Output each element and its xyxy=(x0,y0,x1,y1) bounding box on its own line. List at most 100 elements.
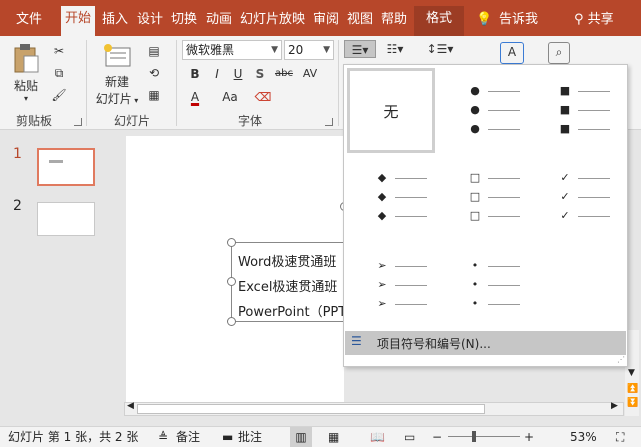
slide-thumbnail-1[interactable] xyxy=(37,148,95,186)
underline-button[interactable]: U xyxy=(229,65,247,83)
bullet-option-small-dot[interactable]: • • • xyxy=(440,243,528,328)
scrollbar-thumb[interactable] xyxy=(137,404,485,414)
reading-view-icon[interactable]: 📖 xyxy=(370,427,385,447)
horizontal-scrollbar[interactable]: ◀ ▶ xyxy=(124,401,624,416)
tab-transitions[interactable]: 切换 xyxy=(167,9,201,31)
resize-handle[interactable] xyxy=(227,238,236,247)
bullet-preview-row: □ xyxy=(468,190,528,204)
tab-format[interactable]: 格式 xyxy=(414,6,465,36)
slide-thumbnail-2[interactable] xyxy=(37,202,95,236)
thumb-number: 2 xyxy=(13,198,22,214)
tab-help[interactable]: 帮助 xyxy=(377,9,411,31)
normal-view-icon[interactable]: ▥ xyxy=(290,427,312,447)
font-color-button[interactable]: A xyxy=(186,88,204,106)
italic-button[interactable]: I xyxy=(208,65,226,83)
bullet-option-none[interactable]: 无 xyxy=(347,68,435,153)
tab-review[interactable]: 审阅 xyxy=(309,9,343,31)
tab-animations[interactable]: 动画 xyxy=(202,9,236,31)
text-box[interactable]: Word极速贯通班 Excel极速贯通班 PowerPoint（PPT xyxy=(227,238,351,326)
tab-home[interactable]: 开始 xyxy=(61,6,96,36)
thumb-number: 1 xyxy=(13,146,22,162)
scroll-down-icon[interactable]: ▼ xyxy=(628,368,635,378)
notes-icon[interactable]: ≜ xyxy=(158,427,168,447)
bullet-preview-row: ■ xyxy=(558,103,618,117)
format-painter-icon[interactable]: 🖌 xyxy=(50,86,68,104)
char-spacing-button[interactable]: AV xyxy=(298,65,322,83)
copy-icon[interactable]: ⧉ xyxy=(50,64,68,82)
share-button[interactable]: ⚲ 共享 xyxy=(570,9,618,31)
change-case-button[interactable]: Aa xyxy=(218,88,242,106)
bullet-preview-row: ● xyxy=(468,103,528,117)
tab-slideshow[interactable]: 幻灯片放映 xyxy=(236,9,309,31)
next-slide-icon[interactable]: ⏬ xyxy=(627,398,638,408)
tab-view[interactable]: 视图 xyxy=(343,9,377,31)
bullets-and-numbering-menu-item[interactable]: ☰ 项目符号和编号(N)... xyxy=(345,331,626,355)
bullet-list-icon: ☰ xyxy=(351,334,362,348)
layout-icon[interactable]: ▤ xyxy=(145,42,163,60)
cut-icon[interactable]: ✂ xyxy=(50,42,68,60)
ribbon-tab-bar: 文件 开始 插入 设计 切换 动画 幻灯片放映 审阅 视图 帮助 格式 💡 告诉… xyxy=(0,0,641,36)
font-name-combo[interactable]: 微软雅黑 ▼ xyxy=(182,40,282,60)
notes-button[interactable]: 备注 xyxy=(176,427,200,447)
bullet-option-checkmark[interactable]: ✓ ✓ ✓ xyxy=(530,155,618,240)
bullet-preview-row: ■ xyxy=(558,84,618,98)
text-direction-icon[interactable]: A xyxy=(500,42,524,64)
search-icon[interactable]: ⌕ xyxy=(548,42,570,64)
reset-icon[interactable]: ⟲ xyxy=(145,64,163,82)
resize-handle[interactable] xyxy=(227,317,236,326)
paste-button[interactable]: 粘贴 ▾ xyxy=(10,42,42,103)
clear-format-icon[interactable]: ⌫ xyxy=(254,88,272,106)
zoom-slider[interactable] xyxy=(448,431,520,442)
bullet-option-filled-circle[interactable]: ● ● ● xyxy=(440,68,528,153)
slide-sorter-icon[interactable]: ▦ xyxy=(328,427,339,447)
line-spacing-icon[interactable]: ↕☰▾ xyxy=(420,40,460,58)
scroll-left-icon[interactable]: ◀ xyxy=(127,401,134,411)
bullet-option-arrow[interactable]: ➢ ➢ ➢ xyxy=(347,243,435,328)
bullet-option-hollow-square[interactable]: □ □ □ xyxy=(440,155,528,240)
prev-slide-icon[interactable]: ⏫ xyxy=(627,384,638,394)
font-name-value: 微软雅黑 xyxy=(186,43,235,57)
group-label-slides: 幻灯片 xyxy=(114,114,151,128)
bullet-preview-row: ● xyxy=(468,84,528,98)
group-label-clipboard: 剪贴板 xyxy=(16,114,53,128)
bullet-preview-row: ➢ xyxy=(375,259,435,273)
numbering-icon[interactable]: ☷▾ xyxy=(380,40,410,58)
section-icon[interactable]: ▦ xyxy=(145,86,163,104)
bullet-text-line[interactable]: PowerPoint（PPT xyxy=(238,301,346,320)
tab-design[interactable]: 设计 xyxy=(133,9,167,31)
zoom-out-icon[interactable]: − xyxy=(432,427,442,447)
bullet-option-filled-square[interactable]: ■ ■ ■ xyxy=(530,68,618,153)
comments-icon[interactable]: ▬ xyxy=(222,427,233,447)
bullet-text-line[interactable]: Excel极速贯通班 xyxy=(238,276,337,295)
slideshow-view-icon[interactable]: ▭ xyxy=(404,427,415,447)
bullet-option-diamond[interactable]: ◆ ◆ ◆ xyxy=(347,155,435,240)
comments-button[interactable]: 批注 xyxy=(238,427,262,447)
shadow-button[interactable]: S xyxy=(251,65,269,83)
zoom-slider-thumb[interactable] xyxy=(472,431,476,442)
slide-thumbnail-pane: 1 2 xyxy=(0,130,122,426)
slide-canvas[interactable]: Word极速贯通班 Excel极速贯通班 PowerPoint（PPT xyxy=(126,136,351,402)
group-divider xyxy=(86,40,87,126)
dialog-launcher-icon[interactable] xyxy=(325,118,333,126)
strikethrough-button[interactable]: abc xyxy=(272,65,296,83)
resize-grip-icon[interactable]: ⋰ xyxy=(617,355,625,364)
resize-handle[interactable] xyxy=(227,277,236,286)
bullet-preview-row: ● xyxy=(468,122,528,136)
bold-button[interactable]: B xyxy=(186,65,204,83)
tab-file[interactable]: 文件 xyxy=(12,9,46,31)
bullets-button[interactable]: ☰▾ xyxy=(344,40,376,58)
tell-me-search[interactable]: 告诉我 xyxy=(495,9,542,31)
new-slide-label-line1: 新建 xyxy=(104,75,129,89)
font-size-combo[interactable]: 20 ▼ xyxy=(284,40,334,60)
tab-insert[interactable]: 插入 xyxy=(98,9,132,31)
dialog-launcher-icon[interactable] xyxy=(74,118,82,126)
zoom-in-icon[interactable]: + xyxy=(524,427,534,447)
zoom-level[interactable]: 53% xyxy=(570,427,597,447)
bullet-text-line[interactable]: Word极速贯通班 xyxy=(238,251,336,270)
bullet-preview-row: ➢ xyxy=(375,278,435,292)
scroll-right-icon[interactable]: ▶ xyxy=(611,401,618,411)
new-slide-button[interactable]: 新建 幻灯片 ▾ xyxy=(92,42,142,107)
thumb-text-line xyxy=(49,160,63,163)
clipboard-icon xyxy=(14,44,39,73)
fit-slide-icon[interactable]: ⛶ xyxy=(616,427,624,447)
